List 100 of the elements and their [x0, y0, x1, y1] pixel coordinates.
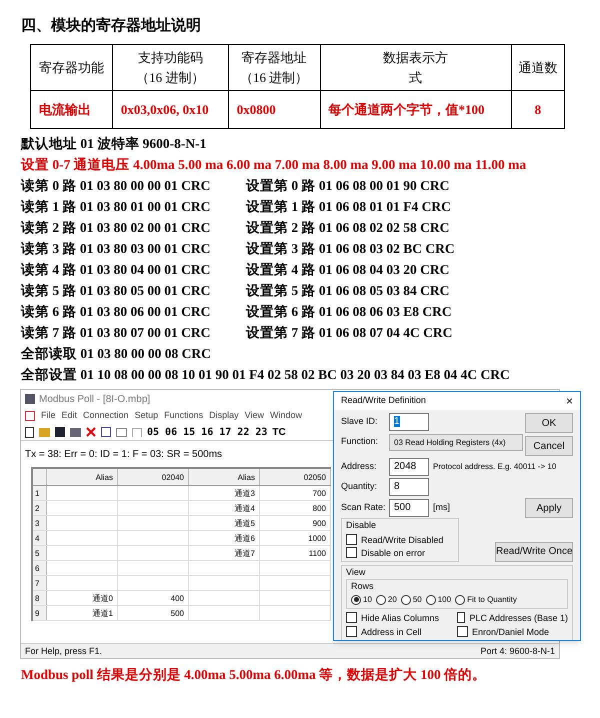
- table-header-cell-text: 数据表示方式: [382, 48, 450, 86]
- unit-label: [ms]: [433, 501, 450, 514]
- footer-note: Modbus poll 结果是分别是 4.00ma 5.00ma 6.00ma 等，数据是扩大 100 倍的。: [21, 667, 486, 682]
- write-command: 设置第 6 路 01 06 08 06 03 E8 CRC: [246, 303, 452, 321]
- grid-cell: 通道6: [189, 531, 260, 545]
- status-text: For Help, press F1.: [25, 645, 102, 658]
- input-field[interactable]: 8: [389, 478, 429, 496]
- grid-cell: 1100: [260, 546, 331, 560]
- write-command: 设置第 4 路 01 06 08 04 03 20 CRC: [246, 261, 450, 279]
- menu-item[interactable]: File: [41, 409, 56, 423]
- grid-cell: 900: [260, 516, 331, 530]
- checkbox-label: Disable on error: [361, 546, 426, 558]
- write-command: 设置第 0 路 01 06 08 00 01 90 CRC: [246, 177, 450, 195]
- menu-item[interactable]: Functions: [164, 409, 204, 423]
- radio-label: 50: [412, 594, 422, 606]
- close-button[interactable]: ×: [566, 392, 573, 410]
- function-codes: 05 06 15 16 17 22 23: [147, 426, 268, 440]
- group-title: Rows: [351, 581, 374, 591]
- checkbox[interactable]: [457, 612, 466, 623]
- table-header-cell-text: 通道数: [517, 58, 558, 76]
- checkbox[interactable]: [346, 547, 357, 558]
- grid-cell: 通道3: [189, 486, 260, 500]
- field-label: Scan Rate:: [341, 501, 385, 514]
- grid-cell: 通道7: [189, 546, 260, 560]
- radio-button[interactable]: [376, 594, 386, 604]
- menu-item[interactable]: Connection: [83, 409, 129, 423]
- read-command: 读第 6 路 01 03 80 06 00 01 CRC: [21, 303, 212, 321]
- row-number: 7: [33, 576, 47, 590]
- field-label: Address:: [341, 460, 378, 474]
- checkbox[interactable]: [457, 626, 468, 637]
- checkbox-label: Hide Alias Columns: [361, 612, 440, 624]
- grid-cell: 400: [118, 591, 189, 605]
- field-hint: Protocol address. E.g. 40011 -> 10: [433, 461, 556, 473]
- checkbox-label: PLC Addresses (Base 1): [469, 612, 568, 624]
- tc-label: TC: [272, 426, 286, 440]
- column-header: 02050: [260, 469, 331, 485]
- column-header: Alias: [47, 469, 118, 485]
- column-header: Alias: [189, 469, 260, 485]
- dialog-button[interactable]: Cancel: [525, 436, 573, 456]
- checkbox-label: Enron/Daniel Mode: [472, 626, 550, 638]
- write-command: 设置第 3 路 01 06 08 03 02 BC CRC: [246, 240, 455, 258]
- text-line: 全部设置 01 10 08 00 00 08 10 01 90 01 F4 02 58 02 BC 03 20 03 84 03 E8 04 4C CRC: [21, 367, 510, 382]
- radio-label: 100: [438, 594, 452, 606]
- section-heading: 四、模块的寄存器地址说明: [21, 18, 201, 34]
- row-number: 9: [33, 606, 47, 620]
- write-command: 设置第 2 路 01 06 08 02 02 58 CRC: [246, 219, 450, 237]
- read-command: 读第 4 路 01 03 80 04 00 01 CRC: [21, 261, 212, 279]
- input-field[interactable]: 1: [389, 413, 429, 431]
- checkbox[interactable]: [346, 534, 357, 545]
- text-line: 设置 0-7 通道电压 4.00ma 5.00 ma 6.00 ma 7.00 ma 8.00 ma 9.00 ma 10.00 ma 11.00 ma: [21, 157, 526, 172]
- row-number: 6: [33, 561, 47, 575]
- menu-item[interactable]: Edit: [62, 409, 78, 423]
- table-header-cell-text: 支持功能码（16 进制）: [135, 48, 206, 86]
- input-field[interactable]: 2048: [389, 458, 429, 476]
- radio-label: Fit to Quantity: [467, 594, 517, 606]
- delete-icon[interactable]: [86, 427, 96, 437]
- checkbox[interactable]: [346, 626, 357, 637]
- row-number: 3: [33, 516, 47, 530]
- grid-cell: 500: [118, 606, 189, 620]
- read-command: 读第 7 路 01 03 80 07 00 01 CRC: [21, 324, 212, 342]
- menu-item[interactable]: Setup: [134, 409, 158, 423]
- radio-button[interactable]: [426, 594, 436, 604]
- status-line: Tx = 38: Err = 0: ID = 1: F = 03: SR = 500ms: [25, 449, 222, 460]
- field-label: Quantity:: [341, 480, 378, 494]
- group-title: View: [346, 566, 366, 576]
- read-command: 读第 0 路 01 03 80 00 00 01 CRC: [21, 177, 212, 195]
- radio-button[interactable]: [455, 594, 466, 604]
- radio-label: 10: [363, 594, 372, 606]
- grid-cell: 800: [260, 501, 331, 515]
- grid-cell: 700: [260, 486, 331, 500]
- grid-cell: 1000: [260, 531, 331, 545]
- read-command: 读第 2 路 01 03 80 02 00 01 CRC: [21, 219, 212, 237]
- row-number: 8: [33, 591, 47, 605]
- window-title: Modbus Poll - [8I-O.mbp]: [39, 392, 150, 406]
- radio-label: 20: [388, 594, 397, 606]
- function-select[interactable]: 03 Read Holding Registers (4x): [389, 434, 523, 450]
- field-label: Slave ID:: [341, 415, 379, 428]
- grid-cell: 通道4: [189, 501, 260, 515]
- dialog-title: Read/Write Definition: [341, 394, 426, 408]
- dialog-button[interactable]: OK: [525, 413, 573, 433]
- checkbox-label: Read/Write Disabled: [361, 534, 444, 546]
- table-header-cell-text: 寄存器功能: [38, 58, 105, 76]
- write-command: 设置第 5 路 01 06 08 05 03 84 CRC: [246, 282, 450, 300]
- grid-cell: 通道0: [47, 591, 118, 605]
- table-cell: 0x03,0x06, 0x10: [112, 90, 228, 128]
- menu-item[interactable]: View: [244, 409, 264, 423]
- dialog-button[interactable]: Read/Write Once: [495, 542, 573, 562]
- dialog-button[interactable]: Apply: [525, 498, 573, 518]
- table-cell: 0x0800: [228, 90, 320, 128]
- menu-item[interactable]: Window: [270, 409, 302, 423]
- checkbox[interactable]: [346, 612, 357, 623]
- input-field[interactable]: 500: [389, 499, 429, 517]
- field-label: Function:: [341, 435, 380, 448]
- read-command: 读第 3 路 01 03 80 03 00 01 CRC: [21, 240, 212, 258]
- grid-cell: 通道1: [47, 606, 118, 620]
- menu-item[interactable]: Display: [209, 409, 239, 423]
- radio-button[interactable]: [351, 594, 361, 604]
- radio-button[interactable]: [400, 594, 411, 604]
- table-cell: 每个通道两个字节，值*100: [320, 90, 512, 128]
- table-cell: 电流输出: [30, 90, 112, 128]
